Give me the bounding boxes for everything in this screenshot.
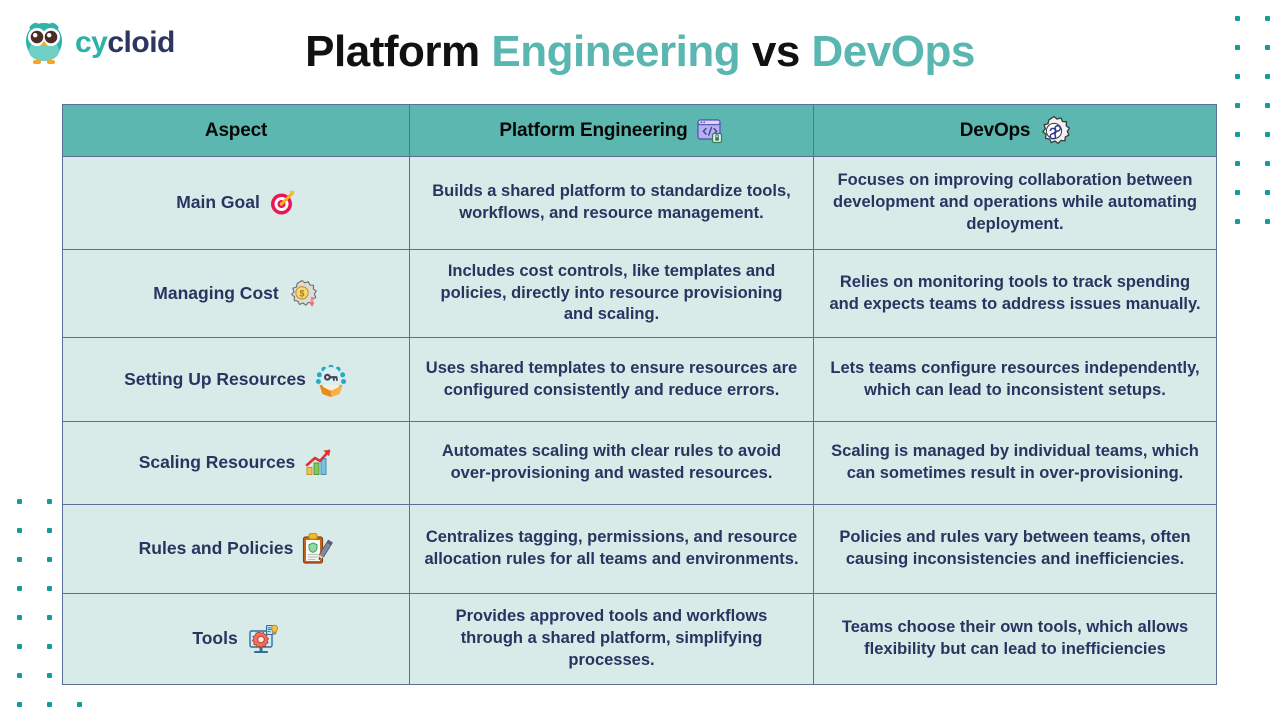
row-aspect-label: Setting Up Resources [124,368,306,389]
table-row: Scaling Resources Automates scaling with… [62,421,1217,505]
decorative-dot [34,632,64,661]
page-title-word-engineering: Engineering [491,27,741,76]
decorative-dot [4,574,34,603]
gear-coin-icon: $ [287,278,319,310]
row-platform-engineering-cell: Uses shared templates to ensure resource… [409,337,814,422]
decorative-dot [4,632,34,661]
svg-text:$: $ [299,288,304,298]
decorative-dot [34,661,64,690]
row-aspect-label: Scaling Resources [138,452,296,473]
column-header-platform-engineering-label: Platform Engineering [499,119,688,141]
row-platform-engineering-cell: Builds a shared platform to standardize … [409,156,814,250]
page-title-word-devops: DevOps [811,27,976,76]
row-devops-cell: Teams choose their own tools, which allo… [813,593,1217,685]
page-title-word-platform: Platform [305,27,492,76]
target-dart-icon [268,189,296,217]
row-devops-cell: Focuses on improving collaboration betwe… [813,156,1217,250]
page-title-word-vs: vs [740,27,812,76]
column-header-aspect-label: Aspect [204,119,268,141]
row-aspect-label: Rules and Policies [138,538,294,559]
row-aspect-label: Managing Cost [153,282,279,303]
key-box-icon [314,363,348,397]
page-title: Platform Engineering vs DevOps [0,27,1280,77]
table-body: Main Goal Builds a shared platform to st [62,156,1217,685]
row-aspect-label: Main Goal [176,192,260,213]
row-platform-engineering-cell: Includes cost controls, like templates a… [409,249,814,338]
column-header-devops: DevOps [813,104,1217,157]
decorative-dot [1252,178,1280,207]
gear-infinity-icon [1038,115,1071,147]
row-devops-cell: Lets teams configure resources independe… [813,337,1217,422]
row-platform-engineering-cell: Provides approved tools and workflows th… [409,593,814,685]
decorative-dot [1222,120,1252,149]
row-aspect-label: Tools [192,628,238,649]
decorative-dot [4,545,34,574]
decorative-dot [4,661,34,690]
decorative-dot [34,574,64,603]
decorative-dot [1222,178,1252,207]
decorative-dot [1252,207,1280,236]
row-devops-cell: Policies and rules vary between teams, o… [813,504,1217,594]
code-window-icon [696,117,724,145]
decorative-dot [1222,207,1252,236]
decorative-dot [34,603,64,632]
clipboard-pencil-icon [301,532,334,566]
table-row: Rules and Policies Centralizes tagging, … [62,504,1217,594]
comparison-table: Aspect Platform Engineering DevOps Main … [62,104,1217,685]
decorative-dot [4,516,34,545]
column-header-devops-label: DevOps [959,119,1031,141]
row-devops-cell: Relies on monitoring tools to track spen… [813,249,1217,338]
row-platform-engineering-cell: Centralizes tagging, permissions, and re… [409,504,814,594]
row-aspect-cell: Main Goal [62,156,410,250]
table-row: Managing Cost $ Includes cost controls, … [62,249,1217,338]
decorative-dot [1222,149,1252,178]
row-aspect-cell: Scaling Resources [62,421,410,505]
row-aspect-cell: Managing Cost $ [62,249,410,338]
row-devops-cell: Scaling is managed by individual teams, … [813,421,1217,505]
table-row: Tools Provides approved tools and workfl… [62,593,1217,685]
column-header-platform-engineering: Platform Engineering [409,104,814,157]
page-header: cycloid Platform Engineering vs DevOps [0,0,1280,96]
column-header-aspect: Aspect [62,104,410,157]
decorative-dot [34,516,64,545]
decorative-dot [34,545,64,574]
decorative-dot [4,690,34,719]
decorative-dot [4,603,34,632]
row-aspect-cell: Rules and Policies [62,504,410,594]
decorative-dot [1252,120,1280,149]
decorative-dot [1252,149,1280,178]
table-row: Setting Up Resources Uses shared templat… [62,337,1217,422]
decorative-dot [4,487,34,516]
table-header-row: Aspect Platform Engineering DevOps [62,104,1217,157]
decorative-dot [34,487,64,516]
decorative-dot [64,690,94,719]
table-row: Main Goal Builds a shared platform to st [62,156,1217,250]
bar-chart-up-icon [303,448,333,478]
row-platform-engineering-cell: Automates scaling with clear rules to av… [409,421,814,505]
row-aspect-cell: Tools [62,593,410,685]
decorative-dot [34,690,64,719]
row-aspect-cell: Setting Up Resources [62,337,410,422]
monitor-gear-icon [246,622,280,656]
